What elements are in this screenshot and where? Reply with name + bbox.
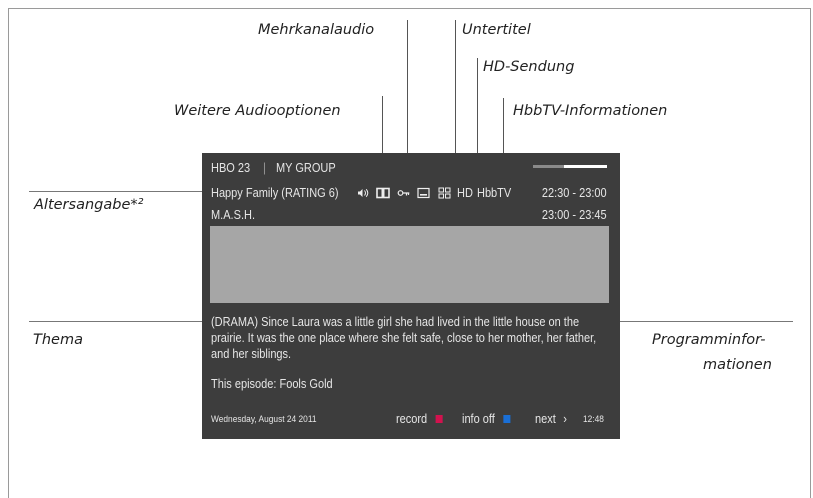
record-button[interactable]: record (396, 411, 443, 427)
callout-weitere-audiooptionen: Weitere Audiooptionen (174, 103, 341, 119)
callout-hd-sendung: HD-Sendung (483, 59, 575, 75)
next-button[interactable]: next › (535, 411, 567, 427)
current-programme-time: 22:30 - 23:00 (542, 186, 607, 200)
record-red-key-icon (435, 415, 443, 423)
info-blue-key-icon (503, 415, 511, 423)
tv-info-banner: HBO 23 | MY GROUP Happy Family (RATING 6… (202, 153, 620, 439)
info-off-label: info off (462, 412, 495, 426)
chevron-right-icon: › (563, 412, 567, 426)
channel-group: MY GROUP (276, 161, 336, 175)
leader-thema (29, 321, 203, 322)
leader-programminformationen (606, 321, 793, 322)
next-programme-title: M.A.S.H. (211, 208, 256, 222)
info-off-button[interactable]: info off (462, 411, 511, 427)
next-programme-time: 23:00 - 23:45 (542, 208, 607, 222)
programme-preview-image (210, 226, 609, 303)
callout-mehrkanalaudio: Mehrkanalaudio (258, 22, 375, 38)
callout-hbbtv-informationen: HbbTV-Informationen (513, 103, 668, 119)
hd-badge: HD (457, 186, 473, 200)
progress-fill (564, 165, 607, 168)
callout-untertitel: Untertitel (462, 22, 531, 38)
channel-name: HBO 23 (211, 161, 251, 175)
episode-title: This episode: Fools Gold (211, 377, 333, 391)
next-label: next (535, 412, 556, 426)
callout-programminformationen-2: mationen (703, 357, 772, 373)
channel-separator: | (263, 161, 266, 175)
date-text: Wednesday, August 24 2011 (211, 414, 317, 425)
subtitles-icon (417, 186, 430, 200)
hbbtv-badge: HbbTV (477, 186, 512, 200)
programme-description: (DRAMA) Since Laura was a little girl sh… (211, 315, 597, 361)
age-rating-key-icon (397, 186, 410, 200)
record-label: record (396, 412, 428, 426)
audio-options-icon (357, 186, 369, 200)
callout-programminformationen-1: Programminfor- (652, 332, 766, 348)
programme-progress-bar (533, 165, 607, 168)
multichannel-audio-icon (376, 186, 390, 200)
current-programme-title: Happy Family (RATING 6) (211, 186, 339, 200)
callout-altersangabe: Altersangabe*² (34, 197, 144, 213)
clock-text: 12:48 (583, 414, 604, 425)
hbbtv-grid-icon (438, 186, 451, 200)
leader-altersangabe (29, 191, 208, 192)
callout-thema: Thema (33, 332, 83, 348)
